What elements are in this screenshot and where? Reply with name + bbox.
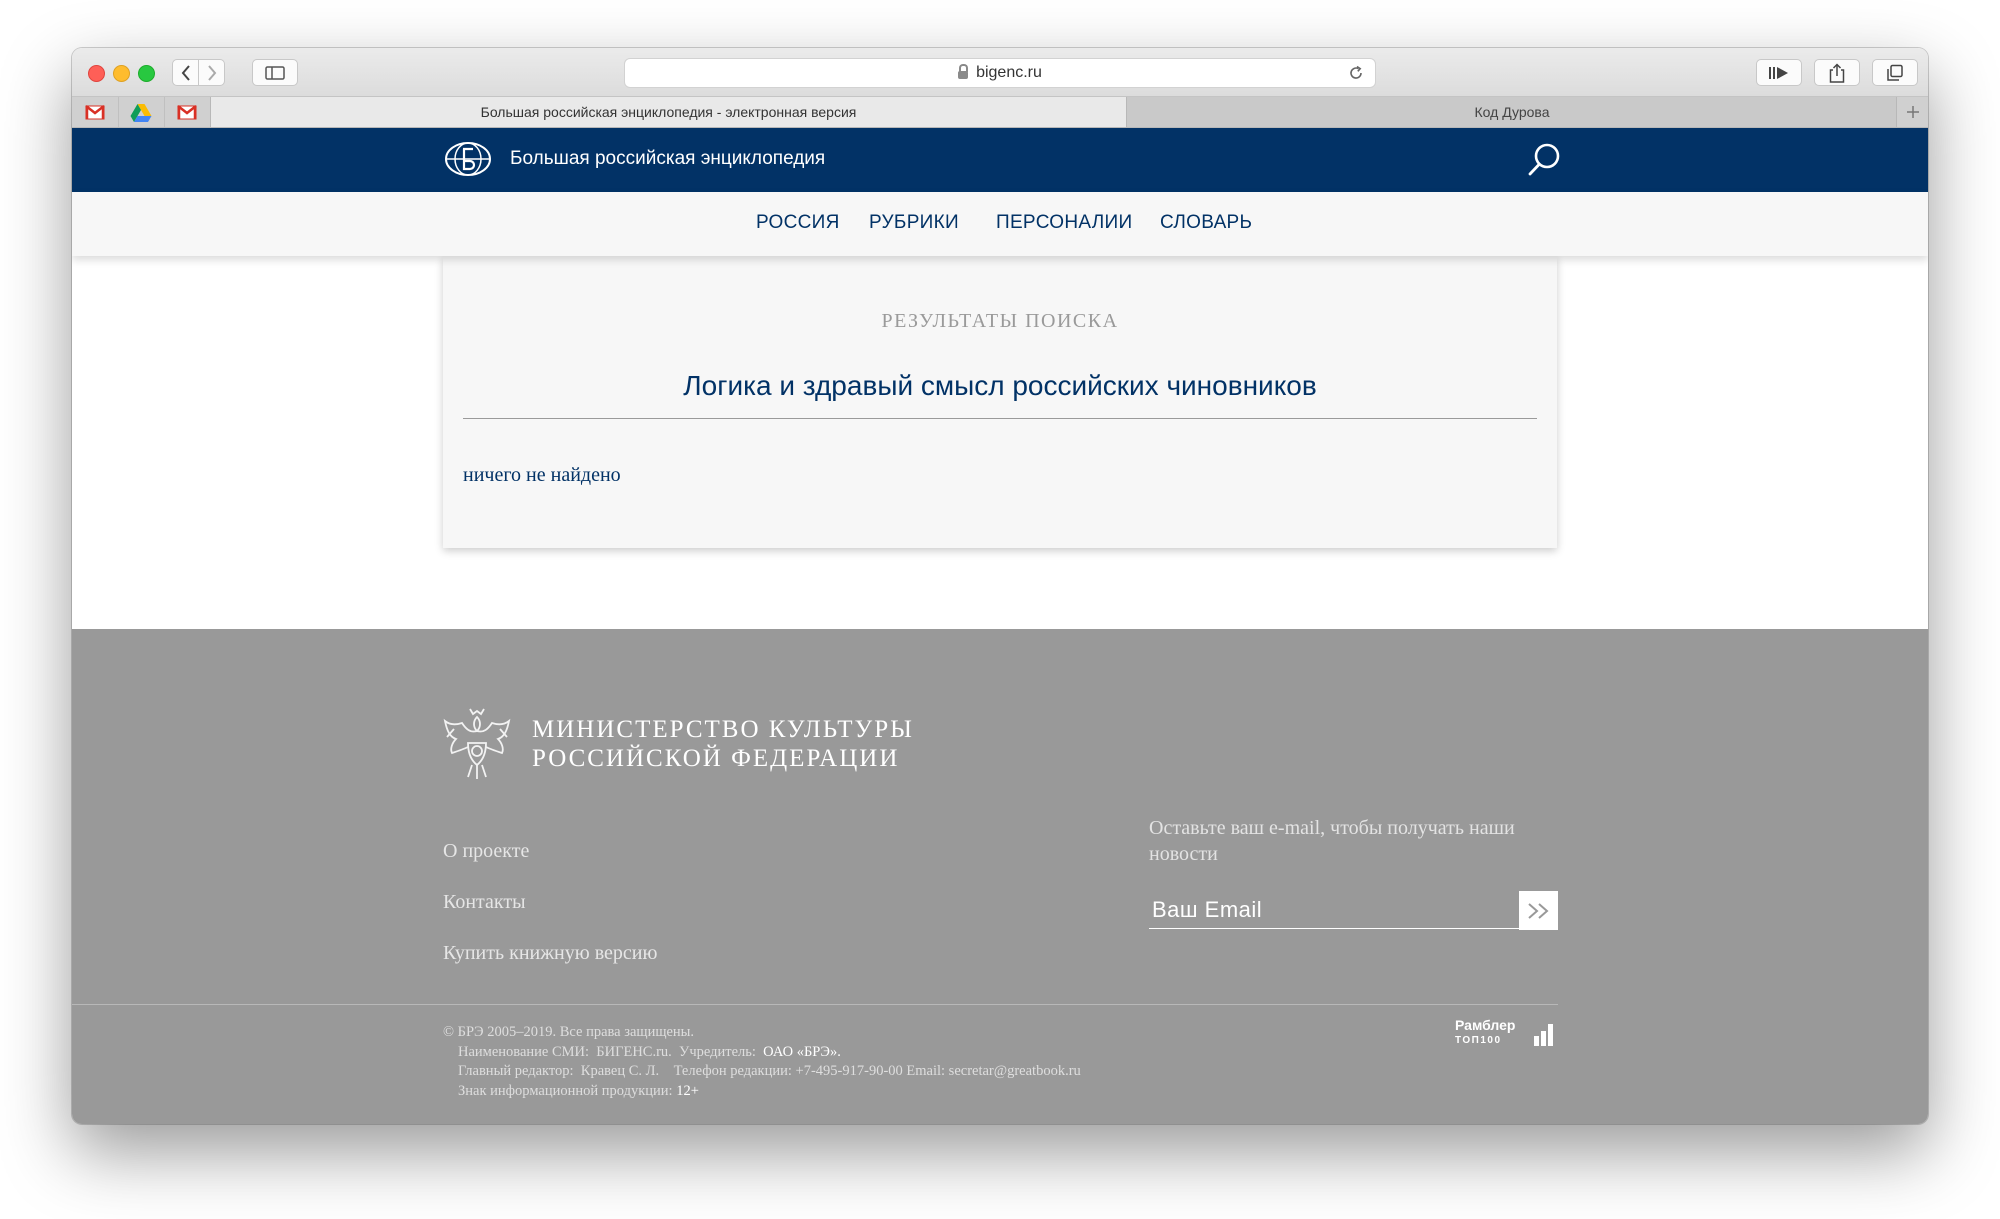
site-header: Большая российская энциклопедия <box>72 128 1928 192</box>
search-icon[interactable] <box>1526 142 1562 178</box>
sidebar-toggle-button[interactable] <box>252 59 298 86</box>
bre-logo-icon[interactable] <box>444 140 492 178</box>
chevron-left-icon <box>181 64 190 81</box>
media-label: Наименование СМИ: <box>458 1043 590 1060</box>
gmail-icon <box>177 104 197 119</box>
address-bar[interactable]: bigenc.ru <box>624 58 1376 88</box>
url-text: bigenc.ru <box>976 64 1042 81</box>
nav-item-persons[interactable]: ПЕРСОНАЛИИ <box>996 212 1132 234</box>
founder-value: ОАО «БРЭ». <box>763 1043 841 1060</box>
site-title[interactable]: Большая российская энциклопедия <box>510 148 825 170</box>
tab-label: Код Дурова <box>1474 104 1550 120</box>
russian-coat-of-arms-icon[interactable] <box>442 703 512 781</box>
nav-item-rubrics[interactable]: РУБРИКИ <box>869 212 959 234</box>
tab-label: Большая российская энциклопедия - электр… <box>480 104 857 120</box>
lock-icon <box>958 64 969 79</box>
footer-link-contacts[interactable]: Контакты <box>443 891 526 914</box>
editor-label: Главный редактор: <box>458 1063 574 1079</box>
subscribe-submit-button[interactable]: >> <box>1519 891 1558 930</box>
footer-link-buy-book[interactable]: Купить книжную версию <box>443 942 657 965</box>
bookmark-gmail-2[interactable] <box>164 97 211 127</box>
copyright: © БРЭ 2005–2019. Все права защищены. <box>443 1024 695 1040</box>
browser-window: bigenc.ru Большая российская энциклопеди… <box>72 48 1928 1124</box>
main-nav: РОССИЯ РУБРИКИ ПЕРСОНАЛИИ СЛОВАРЬ <box>72 192 1928 256</box>
age-rating: 12+ <box>676 1082 699 1099</box>
empty-results-message: ничего не найдено <box>463 464 621 486</box>
rambler-line-1: Рамблер <box>1455 1017 1516 1033</box>
reader-button[interactable] <box>1756 59 1802 86</box>
search-results-card: РЕЗУЛЬТАТЫ ПОИСКА Логика и здравый смысл… <box>443 256 1557 548</box>
age-label: Знак информационной продукции: <box>458 1082 673 1099</box>
plus-icon <box>1906 106 1919 118</box>
nav-item-dictionary[interactable]: СЛОВАРЬ <box>1160 212 1252 234</box>
share-icon <box>1829 62 1845 83</box>
google-drive-icon <box>130 103 152 122</box>
site-footer: МИНИСТЕРСТВО КУЛЬТУРЫ РОССИЙСКОЙ ФЕДЕРАЦ… <box>72 629 1928 1124</box>
main-content: РЕЗУЛЬТАТЫ ПОИСКА Логика и здравый смысл… <box>72 256 1928 629</box>
media-value: БИГЕНС.ru. <box>596 1043 672 1060</box>
legal-age-line: Знак информационной продукции: 12+ <box>443 1082 1081 1102</box>
browser-toolbar: bigenc.ru <box>72 48 1928 97</box>
subscribe-text: Оставьте ваш e-mail, чтобы получать наши… <box>1149 817 1515 865</box>
tab-bigenc[interactable]: Большая российская энциклопедия - электр… <box>210 97 1127 127</box>
back-button[interactable] <box>172 59 199 86</box>
results-heading: РЕЗУЛЬТАТЫ ПОИСКА <box>881 310 1119 332</box>
new-tab-button[interactable] <box>1896 97 1928 127</box>
footer-divider <box>72 1004 1558 1005</box>
double-chevron-right-icon <box>1527 902 1549 919</box>
sidebar-icon <box>265 65 285 80</box>
bar-chart-icon <box>1534 1024 1553 1046</box>
legal-editor-line: Главный редактор: Кравец С. Л. Телефон р… <box>443 1062 1081 1082</box>
tab-durov-code[interactable]: Код Дурова <box>1127 97 1897 127</box>
bookmark-google-drive[interactable] <box>118 97 165 127</box>
search-query-title: Логика и здравый смысл российских чиновн… <box>683 370 1317 401</box>
ministry-line-1: МИНИСТЕРСТВО КУЛЬТУРЫ <box>532 716 914 743</box>
rambler-label: Рамблер ТОП100 <box>1455 1018 1515 1048</box>
tabs-overview-button[interactable] <box>1872 59 1918 86</box>
legal-media-line: Наименование СМИ: БИГЕНС.ru. Учредитель:… <box>443 1043 1081 1063</box>
founder-label: Учредитель: <box>679 1043 756 1060</box>
ministry-line-2: РОССИЙСКОЙ ФЕДЕРАЦИИ <box>532 745 900 772</box>
reload-icon[interactable] <box>1347 64 1365 82</box>
chevron-right-icon <box>207 64 216 81</box>
rambler-line-2: ТОП100 <box>1455 1035 1502 1046</box>
forward-button[interactable] <box>198 59 225 86</box>
close-window-button[interactable] <box>88 65 105 82</box>
tabs-icon <box>1887 64 1903 81</box>
share-button[interactable] <box>1814 59 1860 86</box>
tab-bar: Большая российская энциклопедия - электр… <box>72 97 1928 128</box>
email-field[interactable] <box>1149 891 1519 929</box>
reader-icon <box>1769 66 1788 79</box>
footer-link-about[interactable]: О проекте <box>443 840 529 863</box>
gmail-icon <box>85 104 105 119</box>
editor-value: Кравец С. Л. <box>580 1063 660 1079</box>
divider <box>463 418 1537 419</box>
zoom-window-button[interactable] <box>138 65 155 82</box>
ministry-name[interactable]: МИНИСТЕРСТВО КУЛЬТУРЫ РОССИЙСКОЙ ФЕДЕРАЦ… <box>532 715 914 773</box>
bookmark-gmail[interactable] <box>72 97 119 127</box>
nav-item-russia[interactable]: РОССИЯ <box>756 212 840 234</box>
minimize-window-button[interactable] <box>113 65 130 82</box>
legal-info: © БРЭ 2005–2019. Все права защищены. Наи… <box>443 1023 1081 1101</box>
rambler-top100-counter[interactable]: Рамблер ТОП100 <box>1455 1018 1560 1052</box>
editorial-contacts: Телефон редакции: +7-495-917-90-00 Email… <box>673 1063 1081 1079</box>
